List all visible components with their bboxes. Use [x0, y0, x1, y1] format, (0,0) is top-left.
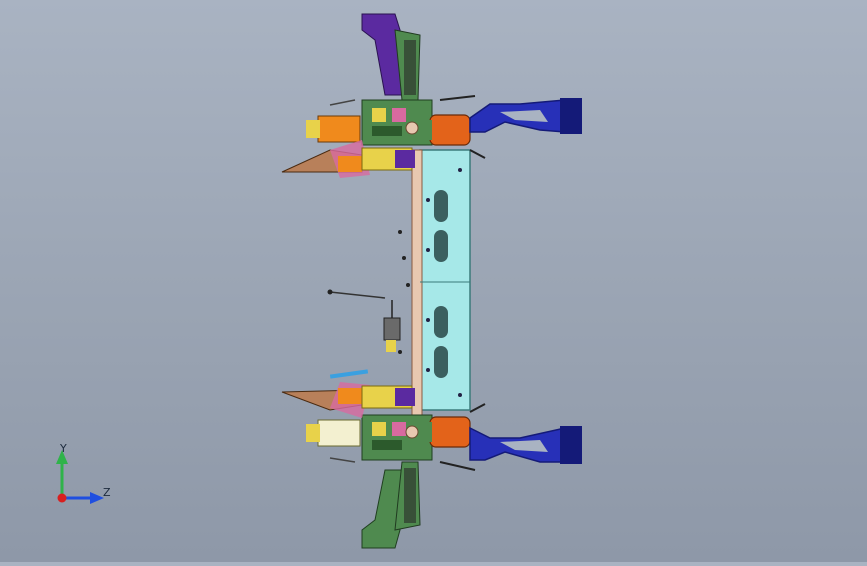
z-axis-arrow-icon [90, 492, 104, 504]
cad-model-view[interactable] [0, 0, 867, 562]
y-axis-label: Y [60, 442, 67, 455]
graphics-viewport[interactable]: Y Z [0, 0, 867, 562]
z-axis-label: Z [103, 486, 111, 499]
coordinate-triad [56, 450, 104, 504]
floating-link[interactable] [327, 230, 411, 354]
x-axis-origin-icon [57, 493, 67, 503]
main-beam[interactable] [411, 149, 471, 416]
